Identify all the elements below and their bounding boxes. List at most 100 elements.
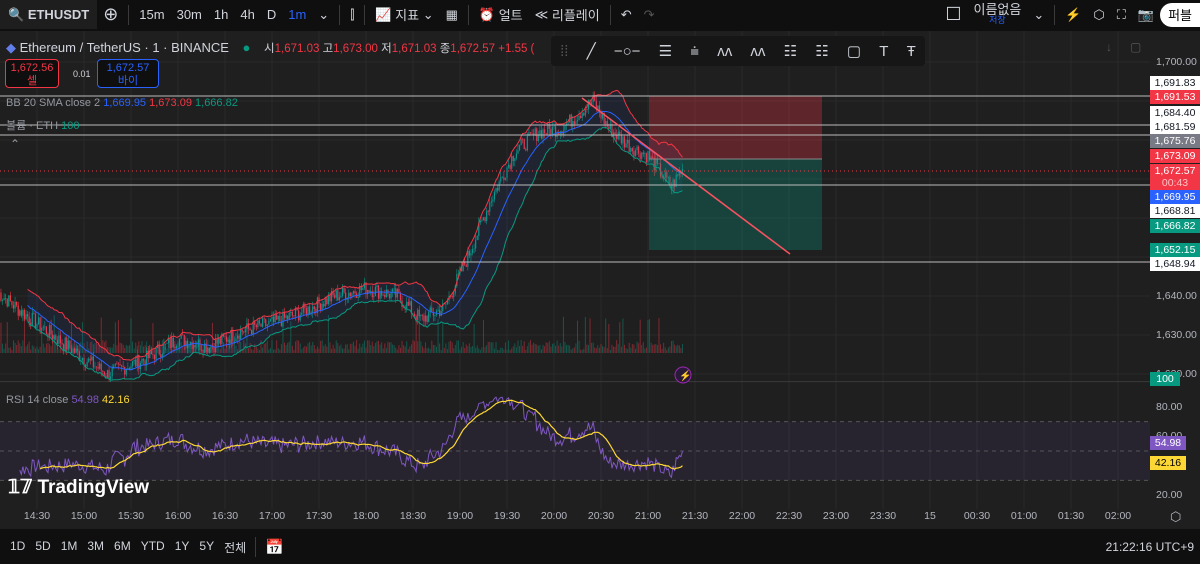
horizontal-ray-icon[interactable]: −○− [614, 43, 641, 60]
parallel-channel-icon[interactable]: ☰ [659, 42, 672, 60]
quick-search-icon[interactable]: ⚡ [1059, 0, 1087, 29]
volume-bar [550, 346, 552, 353]
volume-bar [421, 346, 423, 353]
volume-bar [326, 346, 328, 353]
high-label: 고 [322, 43, 334, 55]
trend-line-icon[interactable]: ╱ [587, 42, 596, 60]
range-3M[interactable]: 3M [82, 539, 109, 556]
volume-bar [395, 347, 397, 353]
maximize-pane-icon[interactable]: ▢ [1130, 40, 1141, 54]
settings-icon[interactable]: ⬡ [1087, 0, 1110, 29]
volume-legend[interactable]: 볼륨 · ETH 100 [6, 117, 79, 133]
range-1M[interactable]: 1M [56, 539, 83, 556]
layout-name[interactable]: 이름없음 저장 [967, 0, 1027, 29]
bb-lower: 1,666.82 [195, 97, 238, 109]
short-position-icon[interactable]: ☷ [815, 42, 828, 60]
interval-1h[interactable]: 1h [208, 0, 234, 29]
open-value: 1,671.03 [274, 43, 320, 55]
range-5Y[interactable]: 5Y [194, 539, 219, 556]
chevron-down-icon[interactable]: ⌄ [1027, 0, 1050, 29]
volume-bar [661, 348, 663, 353]
interval-4h[interactable]: 4h [234, 0, 260, 29]
interval-15m[interactable]: 15m [133, 0, 170, 29]
chevron-down-icon[interactable]: ⌄ [312, 0, 335, 29]
volume-bar [616, 340, 618, 353]
anchored-text-icon[interactable]: Ŧ [907, 43, 916, 60]
add-symbol-icon[interactable]: ⊕ [97, 0, 124, 29]
rsi-legend[interactable]: RSI 14 close 54.98 42.16 [6, 394, 130, 406]
volume-bar [598, 347, 600, 353]
publish-button[interactable]: 퍼블 [1160, 2, 1200, 27]
price-tag: 1,652.15 [1150, 243, 1200, 257]
range-전체[interactable]: 전체 [219, 539, 251, 556]
time-axis-label: 02:00 [1104, 510, 1132, 522]
volume-bar [17, 340, 19, 353]
fib-icon[interactable]: ⩧ [690, 43, 699, 60]
candle [11, 301, 13, 306]
time-axis-settings-icon[interactable]: ⬡ [1170, 509, 1181, 525]
clock[interactable]: 21:22:16 UTC+9 [1101, 540, 1200, 554]
volume-bar [667, 347, 669, 353]
volume-bar [255, 346, 257, 353]
fullscreen-icon[interactable]: ⛶ [1111, 0, 1132, 29]
replay-button[interactable]: ≪ 리플레이 [529, 0, 606, 29]
buy-button[interactable]: 1,672.57 바이 [97, 59, 159, 88]
volume-bar [412, 340, 414, 353]
volume-bar [634, 348, 636, 353]
buy-price: 1,672.57 [106, 62, 150, 74]
alert-button[interactable]: ⏰ 얼트 [473, 0, 529, 29]
volume-bar [293, 349, 295, 353]
volume-bar [381, 342, 383, 353]
volume-bar [399, 347, 401, 353]
abcd-pattern-icon[interactable]: ᴧᴧ [750, 43, 765, 60]
volume-bar [663, 342, 665, 353]
drag-handle-icon[interactable]: ⁞⁞ [560, 43, 568, 60]
volume-bar [500, 347, 502, 353]
volume-bar [530, 340, 531, 353]
volume-bar [2, 343, 4, 353]
sell-button[interactable]: 1,672.56 셀 [5, 59, 59, 88]
go-to-date-icon[interactable]: 📅 [260, 538, 289, 556]
collapse-legend-icon[interactable]: ⌃ [10, 137, 20, 151]
templates-icon[interactable]: ▦ [440, 0, 464, 29]
bb-basis: 1,669.95 [103, 97, 147, 109]
volume-bar [605, 318, 607, 353]
volume-bar [577, 320, 578, 353]
time-axis-label: 17:00 [258, 510, 286, 522]
interval-d[interactable]: D [261, 0, 282, 29]
range-1Y[interactable]: 1Y [170, 539, 195, 556]
range-5D[interactable]: 5D [30, 539, 55, 556]
volume-bar [570, 349, 572, 353]
interval-1m[interactable]: 1m [282, 0, 312, 29]
camera-icon[interactable]: 📷 [1132, 0, 1160, 29]
volume-bar [536, 344, 538, 353]
scroll-down-icon[interactable]: ↓ [1106, 40, 1112, 54]
volume-bar [403, 345, 405, 353]
volume-bar [660, 344, 662, 353]
volume-bar [373, 346, 375, 353]
symbol-search[interactable]: 🔍 ETHUSDT [0, 0, 98, 29]
text-icon[interactable]: T [879, 43, 888, 60]
range-YTD[interactable]: YTD [136, 539, 170, 556]
candle-type-icon[interactable]: ⫿ [344, 0, 360, 29]
range-6M[interactable]: 6M [109, 539, 136, 556]
undo-icon[interactable]: ↶ [615, 0, 638, 29]
change-value: +1.55 ( [498, 43, 535, 55]
price-tag: 1,681.59 [1150, 120, 1200, 134]
volume-bar [310, 345, 312, 353]
volume-bar [440, 349, 442, 353]
volume-bar [371, 341, 373, 353]
xabcd-pattern-icon[interactable]: ᴧᴧ [717, 43, 732, 60]
interval-30m[interactable]: 30m [171, 0, 208, 29]
indicators-button[interactable]: 📈 지표 ⌄ [369, 0, 439, 29]
volume-bar [269, 348, 271, 353]
volume-bar [39, 346, 41, 353]
volume-bar [404, 346, 406, 353]
layout-square-icon[interactable]: ☐ [939, 0, 967, 29]
volume-bar [337, 343, 339, 353]
bb-legend[interactable]: BB 20 SMA close 2 1,669.95 1,673.09 1,66… [6, 97, 238, 109]
redo-icon[interactable]: ↷ [638, 0, 661, 29]
long-position-icon[interactable]: ☷ [784, 42, 797, 60]
rectangle-icon[interactable]: ▢ [847, 42, 861, 60]
range-1D[interactable]: 1D [5, 539, 30, 556]
